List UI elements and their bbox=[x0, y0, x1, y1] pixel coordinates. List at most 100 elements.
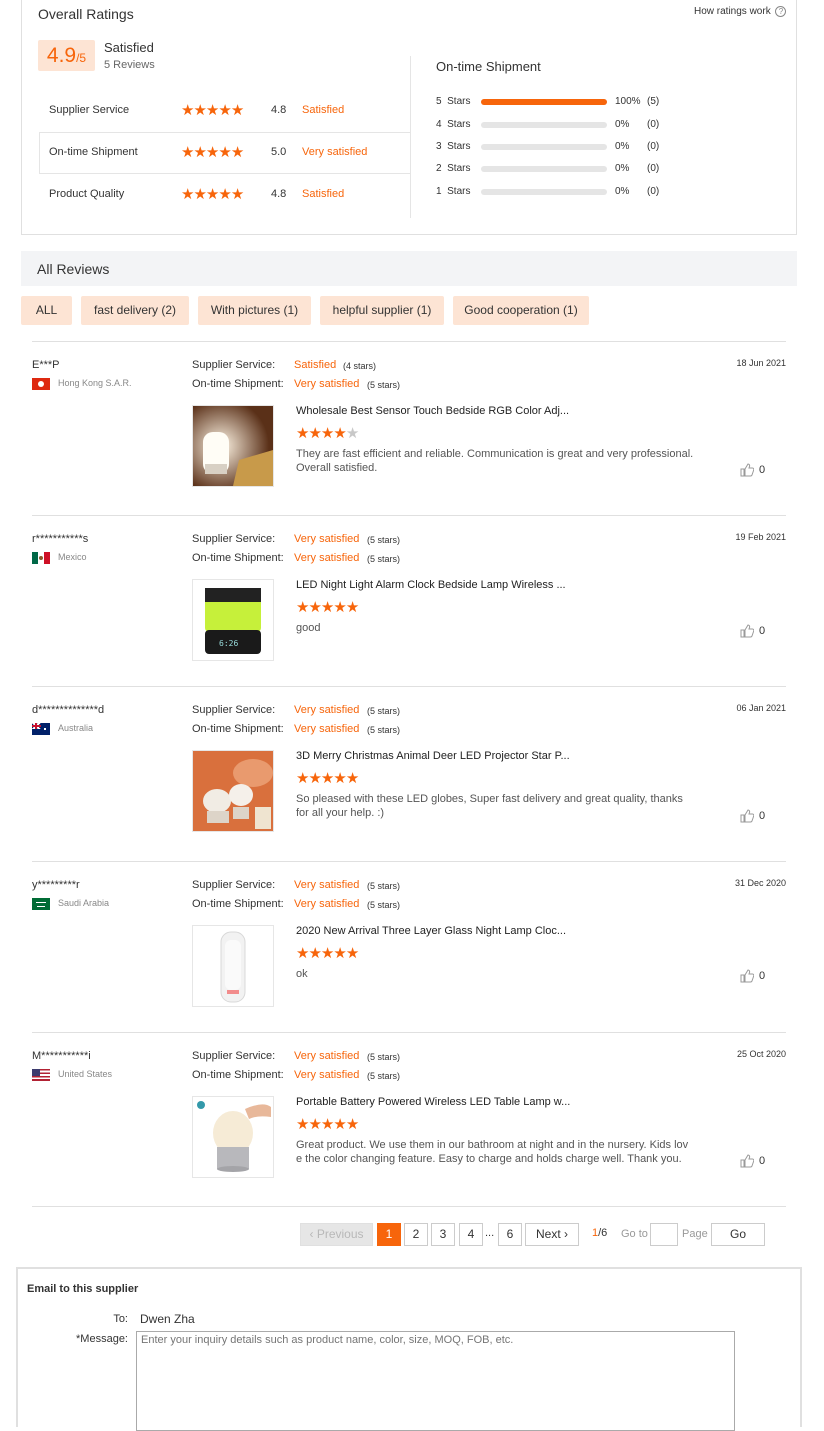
star-icon: ★ bbox=[333, 770, 346, 787]
like-count: 0 bbox=[759, 969, 766, 982]
product-title-link[interactable]: Wholesale Best Sensor Touch Bedside RGB … bbox=[296, 405, 569, 417]
reviewer-country: Saudi Arabia bbox=[58, 898, 110, 908]
product-thumbnail[interactable] bbox=[192, 1096, 274, 1178]
distribution-bar bbox=[481, 166, 607, 172]
like-button[interactable]: 0 bbox=[740, 462, 765, 477]
like-button[interactable]: 0 bbox=[740, 623, 765, 638]
like-button[interactable]: 0 bbox=[740, 1153, 765, 1168]
review-divider bbox=[32, 1032, 786, 1033]
pagination-next-button[interactable]: Next › bbox=[525, 1223, 579, 1246]
thumbs-up-icon[interactable] bbox=[740, 624, 755, 638]
like-button[interactable]: 0 bbox=[740, 968, 765, 983]
star-icon: ★ bbox=[230, 144, 244, 161]
filter-chip-good-cooperation[interactable]: Good cooperation (1) bbox=[453, 296, 589, 325]
reviewer-country: Hong Kong S.A.R. bbox=[58, 378, 132, 388]
review-date: 18 Jun 2021 bbox=[736, 358, 786, 368]
like-count: 0 bbox=[759, 624, 766, 637]
shipment-distribution-title: On-time Shipment bbox=[436, 59, 541, 74]
star-level-label: 1 Stars bbox=[436, 186, 471, 197]
message-textarea[interactable] bbox=[136, 1331, 735, 1431]
category-desc: Very satisfied bbox=[302, 146, 368, 158]
ontime-shipment-rating: Very satisfied bbox=[294, 898, 360, 910]
ontime-shipment-label: On-time Shipment: bbox=[192, 378, 284, 390]
review-date: 31 Dec 2020 bbox=[734, 878, 786, 888]
product-title-link[interactable]: Portable Battery Powered Wireless LED Ta… bbox=[296, 1096, 570, 1108]
supplier-service-label: Supplier Service: bbox=[192, 879, 276, 891]
category-desc: Satisfied bbox=[302, 104, 345, 116]
distribution-bar bbox=[481, 189, 607, 195]
how-ratings-work-link[interactable]: How ratings work ? bbox=[694, 6, 787, 17]
overall-score-badge: 4.9/5 bbox=[38, 40, 95, 71]
supplier-service-rating: Very satisfied bbox=[294, 1050, 360, 1062]
star-icon: ★ bbox=[205, 186, 219, 203]
category-stars: ★★★★★ bbox=[181, 144, 244, 161]
thumbs-up-icon[interactable] bbox=[740, 809, 755, 823]
product-rating-stars: ★★★★★ bbox=[296, 770, 359, 787]
overall-ratings-card: Overall Ratings How ratings work ? 4.9/5… bbox=[21, 0, 797, 235]
reviews-count: 5 Reviews bbox=[104, 59, 155, 71]
star-icon: ★ bbox=[296, 1116, 309, 1133]
page-label: Page bbox=[682, 1228, 708, 1240]
chevron-left-icon: ‹ bbox=[309, 1227, 314, 1241]
product-rating-stars: ★★★★★ bbox=[296, 1116, 359, 1133]
star-level-label: 5 Stars bbox=[436, 96, 471, 107]
star-icon: ★ bbox=[308, 770, 321, 787]
product-thumbnail[interactable]: 6:26 bbox=[192, 579, 274, 661]
distribution-bar bbox=[481, 99, 607, 105]
category-name: Product Quality bbox=[49, 188, 125, 200]
pagination-page-3[interactable]: 3 bbox=[431, 1223, 455, 1246]
ontime-shipment-stars-note: (5 stars) bbox=[367, 380, 401, 390]
distribution-bar-fill bbox=[481, 99, 607, 105]
supplier-service-stars-note: (5 stars) bbox=[367, 535, 401, 545]
goto-page-input[interactable] bbox=[650, 1223, 678, 1246]
star-level-label: 4 Stars bbox=[436, 119, 471, 130]
filter-chip-with-pictures[interactable]: With pictures (1) bbox=[198, 296, 311, 325]
distribution-percent: 0% bbox=[615, 119, 630, 130]
star-icon: ★ bbox=[205, 144, 219, 161]
reviewer-name: y*********r bbox=[32, 879, 80, 891]
flag-australia-icon bbox=[32, 723, 50, 735]
help-icon[interactable]: ? bbox=[775, 6, 787, 17]
product-thumbnail[interactable] bbox=[192, 925, 274, 1007]
supplier-service-rating: Very satisfied bbox=[294, 533, 360, 545]
star-icon: ★ bbox=[320, 1116, 334, 1133]
pagination-page-6[interactable]: 6 bbox=[498, 1223, 522, 1246]
all-reviews-header: All Reviews bbox=[21, 251, 797, 286]
goto-page-button[interactable]: Go bbox=[711, 1223, 765, 1246]
distribution-percent: 0% bbox=[615, 163, 630, 174]
previous-label: Previous bbox=[316, 1227, 364, 1241]
distribution-percent: 100% bbox=[615, 96, 641, 107]
product-title-link[interactable]: 2020 New Arrival Three Layer Glass Night… bbox=[296, 925, 566, 937]
pagination-page-1[interactable]: 1 bbox=[377, 1223, 401, 1246]
how-ratings-work-label[interactable]: How ratings work bbox=[694, 6, 771, 17]
star-icon: ★ bbox=[296, 945, 309, 962]
distribution-percent: 0% bbox=[615, 141, 630, 152]
product-thumbnail[interactable] bbox=[192, 405, 274, 487]
product-thumbnail[interactable] bbox=[192, 750, 274, 832]
ontime-shipment-stars-note: (5 stars) bbox=[367, 900, 401, 910]
pagination-previous-button[interactable]: ‹ Previous bbox=[300, 1223, 373, 1246]
product-title-link[interactable]: 3D Merry Christmas Animal Deer LED Proje… bbox=[296, 750, 570, 762]
category-score: 4.8 bbox=[271, 188, 287, 200]
pagination-page-2[interactable]: 2 bbox=[404, 1223, 428, 1246]
thumbs-up-icon[interactable] bbox=[740, 463, 755, 477]
thumbs-up-icon[interactable] bbox=[740, 1154, 755, 1168]
product-title-link[interactable]: LED Night Light Alarm Clock Bedside Lamp… bbox=[296, 579, 566, 591]
review-text: good bbox=[296, 622, 321, 634]
pagination-page-4[interactable]: 4 bbox=[459, 1223, 483, 1246]
review-date: 06 Jan 2021 bbox=[736, 703, 786, 713]
filter-chip-helpful-supplier[interactable]: helpful supplier (1) bbox=[320, 296, 444, 325]
like-button[interactable]: 0 bbox=[740, 808, 765, 823]
thumbs-up-icon[interactable] bbox=[740, 969, 755, 983]
star-icon: ★ bbox=[333, 1116, 346, 1133]
pagination-position: 1/6 bbox=[592, 1227, 607, 1239]
review-divider bbox=[32, 686, 786, 687]
category-desc: Satisfied bbox=[302, 188, 345, 200]
ontime-shipment-rating: Very satisfied bbox=[294, 552, 360, 564]
supplier-service-stars-note: (5 stars) bbox=[367, 1052, 401, 1062]
filter-chip-fast-delivery[interactable]: fast delivery (2) bbox=[81, 296, 189, 325]
review-divider bbox=[32, 1206, 786, 1207]
ontime-shipment-label: On-time Shipment: bbox=[192, 1069, 284, 1081]
product-thumbnail-art bbox=[193, 1097, 273, 1177]
filter-chip-all[interactable]: ALL bbox=[21, 296, 72, 325]
